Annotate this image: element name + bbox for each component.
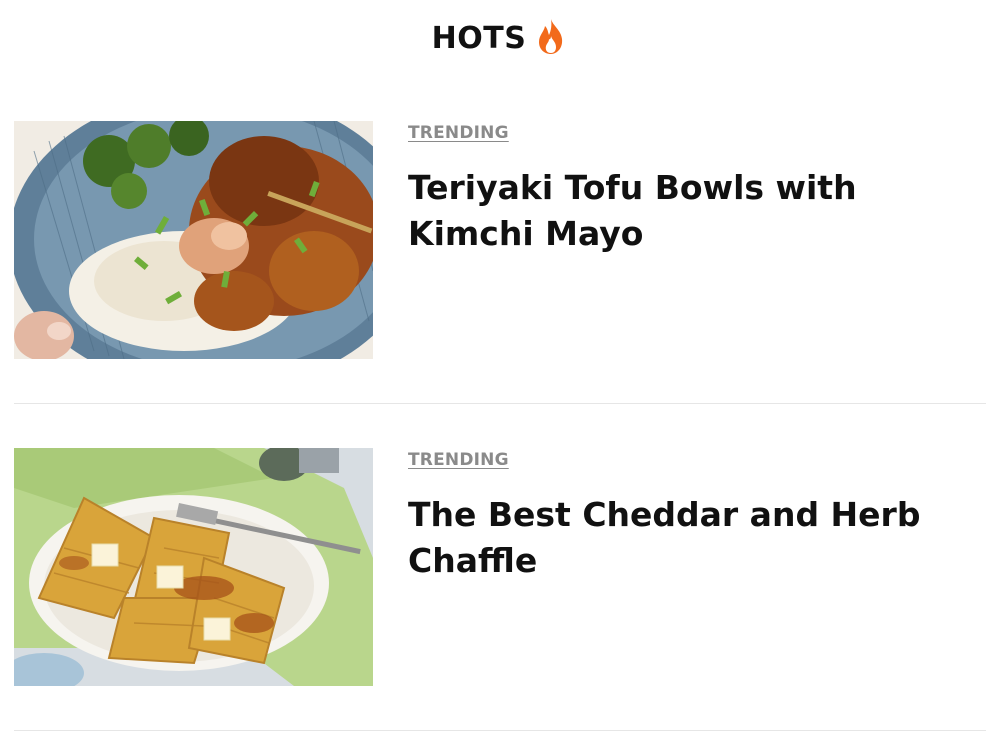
trending-section: HOTS TRENDING Teriyaki Tofu Bowls with K… xyxy=(0,0,1000,750)
tofu-bowl-photo[interactable] xyxy=(14,121,373,359)
section-header: HOTS xyxy=(0,18,1000,58)
card-text: TRENDING Teriyaki Tofu Bowls with Kimchi… xyxy=(408,121,986,257)
recipe-card[interactable]: TRENDING Teriyaki Tofu Bowls with Kimchi… xyxy=(14,121,986,359)
recipe-title-link[interactable]: The Best Cheddar and Herb Chaffle xyxy=(408,492,978,584)
flame-icon xyxy=(534,18,568,56)
category-tag-link[interactable]: TRENDING xyxy=(408,450,509,470)
recipe-title-link[interactable]: Teriyaki Tofu Bowls with Kimchi Mayo xyxy=(408,165,978,257)
category-tag-link[interactable]: TRENDING xyxy=(408,123,509,143)
divider xyxy=(14,403,986,404)
divider xyxy=(14,730,986,731)
card-text: TRENDING The Best Cheddar and Herb Chaff… xyxy=(408,448,986,584)
recipe-card[interactable]: TRENDING The Best Cheddar and Herb Chaff… xyxy=(14,448,986,686)
chaffle-photo[interactable] xyxy=(14,448,373,686)
section-title: HOTS xyxy=(431,20,527,56)
